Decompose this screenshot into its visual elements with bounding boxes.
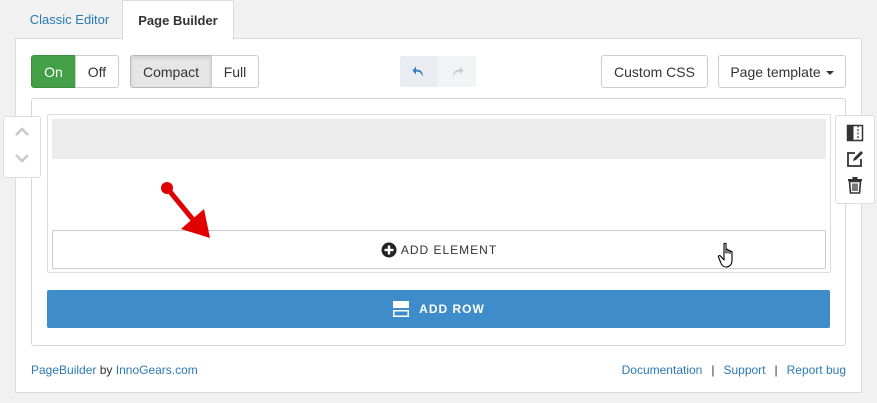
add-row-label: ADD ROW [419, 302, 485, 316]
row-move-controls [3, 116, 41, 178]
footer-links: Documentation | Support | Report bug [622, 363, 846, 377]
builder-off-button[interactable]: Off [75, 55, 119, 88]
documentation-link[interactable]: Documentation [622, 363, 703, 377]
redo-button[interactable] [438, 56, 476, 87]
page-template-label: Page template [730, 63, 821, 80]
pagebuilder-link[interactable]: PageBuilder [31, 363, 96, 377]
add-element-button[interactable]: ADD ELEMENT [52, 230, 826, 269]
undo-button[interactable] [400, 56, 438, 87]
add-element-label: ADD ELEMENT [400, 242, 498, 257]
add-row-button[interactable]: ADD ROW [47, 290, 830, 328]
footer-separator: | [711, 363, 715, 377]
trash-icon[interactable] [846, 176, 864, 194]
row-icon [393, 301, 410, 317]
compact-view-button[interactable]: Compact [130, 55, 212, 88]
custom-css-button[interactable]: Custom CSS [601, 55, 708, 88]
page-template-dropdown[interactable]: Page template [718, 55, 846, 88]
full-view-button[interactable]: Full [211, 55, 259, 88]
redo-icon [453, 66, 464, 77]
support-link[interactable]: Support [723, 363, 765, 377]
footer-separator: | [774, 363, 778, 377]
row-side-controls [835, 115, 875, 204]
undo-icon [412, 66, 423, 77]
tab-classic-editor[interactable]: Classic Editor [17, 0, 122, 39]
edit-icon[interactable] [846, 150, 864, 168]
caret-down-icon [825, 70, 834, 75]
footer-credit: PageBuilder by InnoGears.com [31, 363, 198, 377]
column-header[interactable] [52, 119, 826, 159]
footer-by-text: by [99, 363, 113, 377]
builder-on-button[interactable]: On [31, 55, 76, 88]
tab-page-builder[interactable]: Page Builder [122, 0, 234, 40]
innogears-link[interactable]: InnoGears.com [116, 363, 198, 377]
report-bug-link[interactable]: Report bug [787, 363, 846, 377]
columns-icon[interactable] [846, 124, 864, 142]
move-down-icon[interactable] [14, 152, 30, 164]
move-up-icon[interactable] [14, 126, 30, 138]
plus-circle-icon [381, 242, 397, 257]
